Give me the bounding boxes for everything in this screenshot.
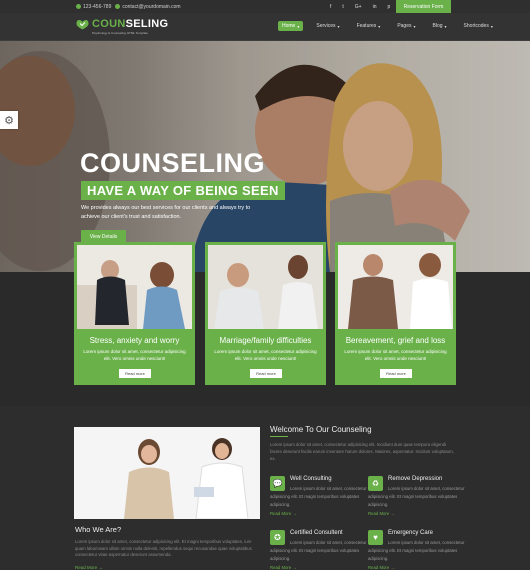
card-photo [338, 245, 453, 329]
card-title: Stress, anxiety and worry [89, 336, 180, 345]
service-text: Lorem ipsum dolor sit amet, consectetur … [368, 486, 465, 507]
pinterest-icon[interactable]: p [388, 4, 391, 10]
google-plus-icon[interactable]: G+ [355, 4, 362, 10]
menu-item-services[interactable]: Services ▾ [312, 21, 343, 31]
read-more-button[interactable]: Read more [250, 369, 282, 378]
card-photo [77, 245, 192, 329]
service-text: Lorem ipsum dolor sit amet, consectetur … [270, 486, 367, 507]
service-read-more-link[interactable]: Read More → [270, 565, 297, 570]
main-nav: COUNSELING Psychology & Counseling HTML … [0, 13, 530, 41]
phone-number: 123-456-789 [83, 3, 112, 10]
menu-label: Blog [432, 23, 443, 29]
welcome-text: Lorem ipsum dolor sit amet, consectetur … [270, 442, 454, 461]
read-more-button[interactable]: Read more [380, 369, 412, 378]
menu-label: Pages [397, 23, 412, 29]
service-read-more-link[interactable]: Read More → [368, 565, 395, 570]
chevron-down-icon: ▾ [337, 23, 340, 29]
phone-item[interactable]: 123-456-789 [76, 4, 111, 10]
service-title: Remove Depression [388, 476, 443, 482]
chevron-down-icon: ▾ [378, 23, 381, 29]
phone-icon [76, 4, 81, 9]
chevron-down-icon: ▾ [490, 23, 493, 29]
about-text: Lorem ipsum dolor sit amet, consectetur … [75, 539, 252, 557]
email-item[interactable]: contact@yourdomain.com [115, 3, 181, 10]
card-text: Lorem ipsum dolor sit amet, consectetur … [214, 349, 317, 361]
card-title: Marriage/family difficulties [219, 336, 312, 345]
about-photo [74, 427, 260, 519]
logo[interactable]: COUNSELING Psychology & Counseling HTML … [76, 19, 168, 35]
read-more-button[interactable]: Read more [119, 369, 151, 378]
logo-text-suffix: SELING [125, 18, 169, 30]
email-address: contact@yourdomain.com [122, 3, 181, 10]
hero-text: We provides always our best services for… [81, 205, 251, 220]
logo-text: COUNSELING [92, 19, 168, 30]
service-title: Emergency Care [388, 530, 434, 536]
hero-banner: ⚙ COUNSELING HAVE A WAY OF BEING SEEN We… [0, 41, 530, 272]
twitter-icon[interactable]: t [342, 4, 343, 10]
logo-tagline: Psychology & Counseling HTML Template [92, 31, 148, 35]
contact-info: 123-456-789 contact@yourdomain.com [76, 4, 181, 10]
about-read-more-link[interactable]: Read More → [75, 565, 103, 570]
menu-label: Services [316, 23, 336, 29]
service-text: Lorem ipsum dolor sit amet, consectetur … [368, 540, 465, 561]
service-read-more-link[interactable]: Read More → [270, 511, 297, 516]
menu-label: Features [356, 23, 377, 29]
card-photo [208, 245, 323, 329]
menu-label: Shortcodes [463, 23, 489, 29]
service-text: Lorem ipsum dolor sit amet, consectetur … [270, 540, 367, 561]
reservation-button[interactable]: Reservation Form [396, 0, 451, 13]
menu-item-blog[interactable]: Blog ▾ [429, 21, 451, 31]
service-read-more-link[interactable]: Read More → [368, 511, 395, 516]
service-title: Certified Consultent [290, 530, 343, 536]
facebook-icon[interactable]: f [330, 4, 331, 10]
menu-label: Home [282, 23, 296, 29]
hero-title: COUNSELING [80, 148, 266, 178]
service-card-marriage: Marriage/family difficulties Lorem ipsum… [205, 242, 326, 385]
card-title: Bereavement, grief and loss [345, 336, 446, 345]
chevron-down-icon: ▾ [444, 23, 447, 29]
logo-text-prefix: COUN [92, 18, 126, 30]
menu-item-home[interactable]: Home ▾ [278, 21, 304, 31]
menu-item-shortcodes[interactable]: Shortcodes ▾ [460, 21, 497, 31]
chevron-down-icon: ▾ [297, 23, 300, 29]
service-card-bereavement: Bereavement, grief and loss Lorem ipsum … [335, 242, 456, 385]
logo-icon [76, 20, 89, 30]
menu: Home ▾ Services ▾ Features ▾ Pages ▾ Blog ▾ S… [278, 21, 497, 31]
about-title: Who We Are? [75, 525, 122, 534]
menu-item-features[interactable]: Features ▾ [353, 21, 385, 31]
service-title: Well Consulting [290, 476, 332, 482]
welcome-title: Welcome To Our Counseling [270, 425, 372, 434]
top-bar: 123-456-789 contact@yourdomain.com f t G… [0, 0, 530, 13]
email-icon [115, 4, 121, 9]
chevron-down-icon: ▾ [413, 23, 416, 29]
social-links: f t G+ in p [330, 0, 390, 13]
hero-subtitle: HAVE A WAY OF BEING SEEN [81, 181, 285, 200]
settings-gear-icon[interactable]: ⚙ [0, 111, 18, 129]
card-text: Lorem ipsum dolor sit amet, consectetur … [344, 349, 447, 361]
card-text: Lorem ipsum dolor sit amet, consectetur … [83, 349, 186, 361]
service-card-stress: Stress, anxiety and worry Lorem ipsum do… [74, 242, 195, 385]
linkedin-icon[interactable]: in [373, 4, 377, 10]
title-underline [270, 436, 288, 437]
menu-item-pages[interactable]: Pages ▾ [393, 21, 419, 31]
